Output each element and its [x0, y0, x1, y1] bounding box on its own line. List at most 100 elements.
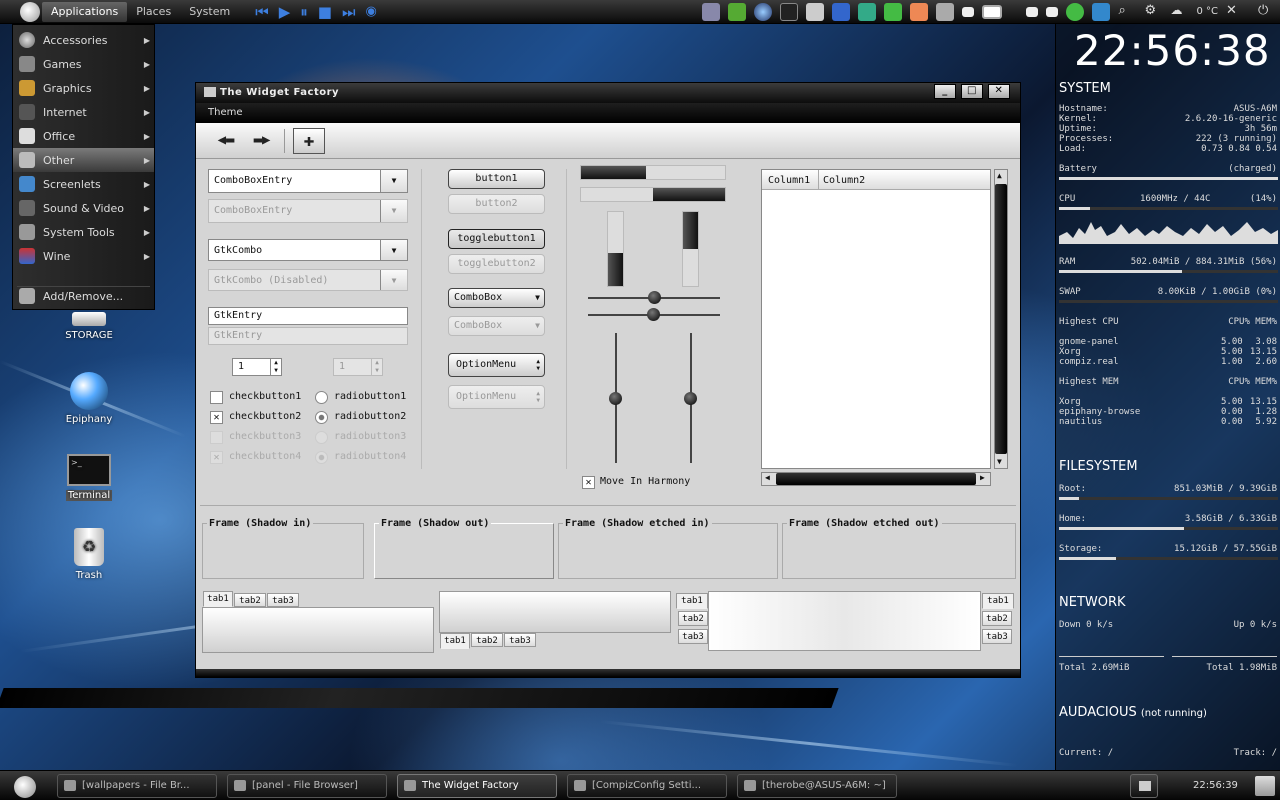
- radiobutton2-label[interactable]: radiobutton2: [334, 411, 406, 422]
- nvidia-icon[interactable]: [728, 2, 747, 21]
- scroll-left-icon[interactable]: ◀: [765, 473, 770, 482]
- menu-item-office[interactable]: Office ▶: [13, 124, 154, 148]
- vscale-2-knob[interactable]: [684, 392, 697, 405]
- spin-button-1[interactable]: 1 ▲ ▼: [232, 358, 282, 376]
- audacious-icon[interactable]: ◉: [366, 2, 377, 22]
- notebook4-tab2[interactable]: tab2: [982, 611, 1012, 626]
- menu-item-graphics[interactable]: Graphics ▶: [13, 76, 154, 100]
- menu-item-accessories[interactable]: Accessories ▶: [13, 28, 154, 52]
- checkbutton2-label[interactable]: checkbutton2: [229, 411, 301, 422]
- trash-icon[interactable]: [1255, 776, 1275, 796]
- chevron-down-icon[interactable]: ▼: [380, 240, 407, 260]
- checkbutton1-label[interactable]: checkbutton1: [229, 391, 301, 402]
- tree-view[interactable]: Column1 Column2: [761, 169, 991, 469]
- maximize-button[interactable]: □: [961, 84, 983, 99]
- add-icon[interactable]: ✚: [293, 128, 325, 154]
- gnome-foot-icon[interactable]: [20, 1, 40, 22]
- vscale-1-track[interactable]: [609, 333, 622, 463]
- document-icon[interactable]: [702, 2, 721, 21]
- notebook4-tab3[interactable]: tab3: [982, 629, 1012, 644]
- gnome-foot-icon[interactable]: [14, 776, 36, 798]
- gimp-icon[interactable]: [806, 2, 825, 21]
- desktop-icon-storage[interactable]: STORAGE: [54, 312, 124, 341]
- workspace-1-icon[interactable]: [962, 6, 975, 17]
- menu-theme[interactable]: Theme: [208, 107, 243, 118]
- panel-clock[interactable]: 22:56:39: [1193, 780, 1238, 791]
- task-terminal[interactable]: [therobe@ASUS-A6M: ~]: [737, 774, 897, 798]
- notebook4-tab1[interactable]: tab1: [982, 593, 1014, 609]
- task-widget-factory[interactable]: The Widget Factory: [397, 774, 557, 798]
- places-menu[interactable]: Places: [127, 2, 180, 22]
- scroll-right-icon[interactable]: ▶: [980, 473, 985, 482]
- menu-item-system-tools[interactable]: System Tools ▶: [13, 220, 154, 244]
- checkbutton2-box[interactable]: ✕: [210, 411, 223, 424]
- next-icon[interactable]: ⏭: [342, 2, 356, 22]
- notebook2-tab3[interactable]: tab3: [504, 633, 536, 647]
- radiobutton1-circle[interactable]: [315, 391, 328, 404]
- chevron-down-icon[interactable]: ▼: [380, 170, 407, 192]
- terminal-icon[interactable]: [780, 2, 799, 21]
- editor-icon[interactable]: [832, 2, 851, 21]
- scrollbar-thumb[interactable]: [776, 473, 976, 485]
- hscale-2-track[interactable]: [588, 308, 720, 321]
- hscale-1-track[interactable]: [588, 291, 720, 304]
- pidgin-icon[interactable]: [884, 2, 903, 21]
- notebook1-tab2[interactable]: tab2: [234, 593, 266, 607]
- column1-header[interactable]: Column1: [768, 175, 810, 186]
- inkscape-icon[interactable]: [858, 2, 877, 21]
- gtk-combo[interactable]: GtkCombo ▼: [208, 239, 408, 261]
- checkbutton1-box[interactable]: [210, 391, 223, 404]
- notebook1-tab1[interactable]: tab1: [203, 591, 233, 607]
- desktop-icon-trash[interactable]: ♻ Trash: [54, 528, 124, 581]
- minimize-button[interactable]: _: [934, 84, 956, 99]
- scroll-down-icon[interactable]: ▼: [997, 457, 1002, 466]
- power-icon[interactable]: ⏻: [1258, 3, 1276, 21]
- notebook1-tab3[interactable]: tab3: [267, 593, 299, 607]
- gear-icon[interactable]: ⚙: [1144, 3, 1162, 21]
- previous-icon[interactable]: ⏮: [255, 2, 269, 22]
- close-button[interactable]: ✕: [988, 84, 1010, 99]
- user-icon[interactable]: [1066, 2, 1085, 21]
- combobox[interactable]: ComboBox ▼: [448, 288, 545, 308]
- workspace-4-icon[interactable]: [1046, 6, 1059, 17]
- notebook2-tab2[interactable]: tab2: [471, 633, 503, 647]
- window-titlebar[interactable]: The Widget Factory _ □ ✕: [196, 83, 1020, 103]
- system-menu[interactable]: System: [180, 2, 239, 22]
- stop-icon[interactable]: ■: [318, 2, 332, 22]
- notebook3-tab3[interactable]: tab3: [678, 629, 708, 644]
- task-panel[interactable]: [panel - File Browser]: [227, 774, 387, 798]
- applications-menu[interactable]: Applications: [42, 1, 128, 22]
- pause-icon[interactable]: ⏸: [300, 2, 308, 22]
- vertical-scrollbar[interactable]: ▲ ▼: [994, 169, 1008, 469]
- notebook3-tab1[interactable]: tab1: [676, 593, 708, 609]
- close-icon[interactable]: ✕: [1226, 3, 1244, 21]
- menu-item-games[interactable]: Games ▶: [13, 52, 154, 76]
- hscale-1-knob[interactable]: [648, 291, 661, 304]
- weather-icon[interactable]: ☁: [1170, 3, 1188, 21]
- menu-item-other[interactable]: Other ▶: [13, 148, 154, 172]
- desktop-icon-terminal[interactable]: >_ Terminal: [54, 454, 124, 501]
- menu-item-internet[interactable]: Internet ▶: [13, 100, 154, 124]
- task-wallpapers[interactable]: [wallpapers - File Br...: [57, 774, 217, 798]
- menu-item-add-remove[interactable]: Add/Remove...: [13, 284, 154, 308]
- horizontal-scrollbar[interactable]: ◀ ▶: [761, 472, 991, 486]
- move-in-harmony-box[interactable]: ✕: [582, 476, 595, 489]
- gtk-entry[interactable]: GtkEntry: [208, 307, 408, 325]
- scroll-up-icon[interactable]: ▲: [997, 171, 1002, 180]
- workspace-2-icon[interactable]: [982, 4, 1003, 19]
- vscale-2-track[interactable]: [684, 333, 697, 463]
- radiobutton1-label[interactable]: radiobutton1: [334, 391, 406, 402]
- notebook2-tab1[interactable]: tab1: [440, 633, 470, 649]
- play-icon[interactable]: ▶: [279, 2, 291, 22]
- vscale-1-knob[interactable]: [609, 392, 622, 405]
- back-icon[interactable]: ◀▬: [210, 128, 242, 154]
- togglebutton1[interactable]: togglebutton1: [448, 229, 545, 249]
- column2-header[interactable]: Column2: [823, 175, 865, 186]
- desktop-icon-epiphany[interactable]: Epiphany: [54, 372, 124, 425]
- menu-item-sound-video[interactable]: Sound & Video ▶: [13, 196, 154, 220]
- epiphany-icon[interactable]: [754, 2, 773, 21]
- network-icon[interactable]: [1092, 2, 1111, 21]
- scrollbar-thumb[interactable]: [995, 184, 1007, 454]
- menu-item-screenlets[interactable]: Screenlets ▶: [13, 172, 154, 196]
- settings-icon[interactable]: [910, 2, 929, 21]
